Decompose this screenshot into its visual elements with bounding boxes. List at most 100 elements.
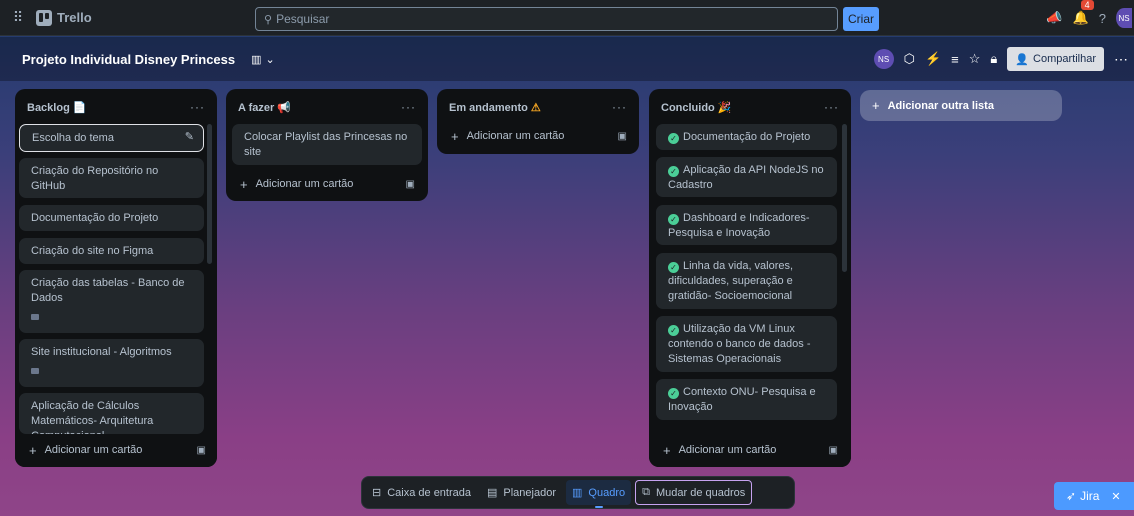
list-title[interactable]: Em andamento ⚠	[449, 101, 541, 114]
bell-icon[interactable]: 🔔 4	[1073, 0, 1094, 26]
list-title[interactable]: Backlog 📄	[27, 101, 87, 114]
board-header: Projeto Individual Disney Princess ▥ ⌄ N…	[0, 37, 1134, 81]
card[interactable]: ✓ Utilização da VM Linux contendo o banco…	[656, 316, 837, 372]
switch-boards-button[interactable]: ⧉ Mudar de quadros	[635, 480, 753, 505]
edit-icon[interactable]: ✎	[185, 130, 194, 145]
add-person-icon: 👤	[1015, 53, 1030, 66]
list-title[interactable]: A fazer 📢	[238, 101, 291, 114]
automation-icon[interactable]: ⚡	[925, 51, 941, 67]
switch-boards-icon: ⧉	[642, 486, 650, 498]
check-icon: ✓	[668, 325, 679, 336]
plus-icon: +	[872, 98, 880, 113]
board-view-icon: ▥	[251, 53, 262, 66]
planner-label: Planejador	[503, 486, 556, 499]
chevron-down-icon: ⌄	[265, 53, 275, 66]
board-button[interactable]: ▥ Quadro	[566, 480, 632, 508]
card[interactable]: ✓ Aplicação da API NodeJS no Cadastro	[656, 157, 837, 197]
inbox-button[interactable]: ⊟ Caixa de entrada	[366, 480, 477, 505]
list-menu-icon[interactable]: ···	[401, 100, 416, 114]
list-em-andamento: Em andamento ⚠ ···	[437, 89, 639, 154]
add-list-button[interactable]: + Adicionar outra lista	[860, 90, 1062, 121]
scrollbar[interactable]	[207, 124, 212, 264]
search-input[interactable]: ⚲ Pesquisar	[255, 7, 838, 31]
board-member-avatar[interactable]: NS	[873, 49, 894, 69]
close-icon[interactable]: ✕	[1111, 490, 1120, 503]
card[interactable]: ✓ Dashboard e Indicadores- Pesquisa e Ino…	[656, 205, 837, 245]
check-icon: ✓	[668, 166, 679, 177]
board-title[interactable]: Projeto Individual Disney Princess	[22, 52, 235, 67]
share-label: Compartilhar	[1033, 53, 1096, 65]
app-switcher-icon[interactable]: ⠿	[8, 8, 28, 28]
board-header-actions: NS ⬡ ⚡ ≡ ☆ 🔒︎ 👤 Compartilhar ⋯	[873, 37, 1128, 81]
card[interactable]: ✓ Documentação do Projeto	[656, 124, 837, 150]
app-name: Trello	[57, 10, 92, 25]
megaphone-icon[interactable]: 📣	[1046, 10, 1062, 26]
list-header: A fazer 📢 ···	[226, 89, 428, 125]
check-icon: ✓	[668, 133, 679, 144]
list-menu-icon[interactable]: ···	[612, 100, 627, 114]
board-icon: ▥	[572, 487, 583, 499]
bottom-nav: ⊟ Caixa de entrada ▤ Planejador ▥ Quadro…	[361, 476, 795, 509]
add-card-label: Adicionar um cartão	[44, 444, 143, 456]
card[interactable]: Documentação do Projeto	[19, 205, 204, 231]
add-card-button[interactable]: + Adicionar um cartão ▣	[29, 442, 206, 458]
plus-icon: +	[240, 176, 248, 192]
notification-badge: 4	[1080, 0, 1094, 10]
filter-icon[interactable]: ≡	[951, 52, 959, 67]
plus-icon: +	[29, 442, 37, 458]
card[interactable]: Criação do site no Figma	[19, 238, 204, 264]
add-card-button[interactable]: + Adicionar um cartão ▣	[240, 176, 415, 192]
card[interactable]: Criação das tabelas - Banco de Dados	[19, 270, 204, 333]
trello-logo-icon	[36, 9, 52, 26]
description-icon	[31, 368, 39, 374]
inbox-icon: ⊟	[372, 487, 382, 499]
scrollbar[interactable]	[842, 124, 847, 272]
help-icon[interactable]: ?	[1099, 11, 1106, 26]
search-placeholder: Pesquisar	[276, 12, 330, 26]
card[interactable]: ✓ Contexto ONU- Pesquisa e Inovação	[656, 379, 837, 420]
list-menu-icon[interactable]: ···	[824, 100, 839, 114]
plus-icon: +	[663, 442, 671, 458]
card[interactable]: Colocar Playlist das Princesas no site	[232, 124, 422, 165]
inbox-label: Caixa de entrada	[387, 486, 471, 499]
calendar-icon: ▤	[487, 487, 498, 499]
template-icon[interactable]: ▣	[618, 131, 627, 142]
star-icon[interactable]: ☆	[969, 51, 981, 67]
card[interactable]: Escolha do tema ✎	[19, 124, 204, 152]
search-icon: ⚲	[264, 13, 273, 26]
add-card-label: Adicionar um cartão	[678, 444, 777, 456]
check-icon: ✓	[668, 262, 679, 273]
template-icon[interactable]: ▣	[197, 445, 206, 456]
card[interactable]: Site institucional - Algoritmos	[19, 339, 204, 387]
top-bar: ⠿ Trello ⚲ Pesquisar Criar 📣 🔔 4 ? NS	[0, 0, 1134, 36]
avatar[interactable]: NS	[1116, 8, 1132, 28]
power-ups-icon[interactable]: ⬡	[904, 51, 915, 67]
more-icon[interactable]: ⋯	[1114, 51, 1128, 68]
card[interactable]: ✓ Linha da vida, valores, dificuldades, s…	[656, 253, 837, 309]
list-title[interactable]: Concluido 🎉	[661, 101, 732, 114]
share-button[interactable]: 👤 Compartilhar	[1007, 47, 1104, 71]
trello-logo[interactable]: Trello	[36, 9, 92, 26]
card[interactable]: Aplicação de Cálculos Matemáticos- Arqui…	[19, 393, 204, 434]
add-card-label: Adicionar um cartão	[466, 130, 565, 142]
template-icon[interactable]: ▣	[829, 445, 838, 456]
check-icon: ✓	[668, 214, 679, 225]
add-card-button[interactable]: + Adicionar um cartão ▣	[663, 442, 838, 458]
board-label: Quadro	[588, 486, 626, 499]
list-menu-icon[interactable]: ···	[190, 100, 205, 114]
create-button[interactable]: Criar	[843, 7, 879, 31]
planner-button[interactable]: ▤ Planejador	[481, 480, 562, 505]
add-card-button[interactable]: + Adicionar um cartão ▣	[451, 129, 627, 144]
jira-icon: ➶	[1066, 489, 1077, 503]
lock-icon[interactable]: 🔒︎	[990, 51, 997, 67]
list-header: Concluido 🎉 ···	[649, 89, 851, 125]
board-view-switcher[interactable]: ▥ ⌄	[251, 53, 275, 66]
list-header: Backlog 📄 ···	[15, 89, 217, 125]
card[interactable]: Criação do Repositório no GitHub	[19, 158, 204, 198]
jira-button[interactable]: ➶ Jira ✕	[1054, 482, 1134, 510]
template-icon[interactable]: ▣	[406, 179, 415, 190]
jira-label: Jira	[1080, 489, 1100, 503]
description-icon	[31, 314, 39, 320]
top-right-actions: 📣 🔔 4 ? NS	[1046, 0, 1134, 36]
switch-boards-label: Mudar de quadros	[655, 486, 746, 499]
